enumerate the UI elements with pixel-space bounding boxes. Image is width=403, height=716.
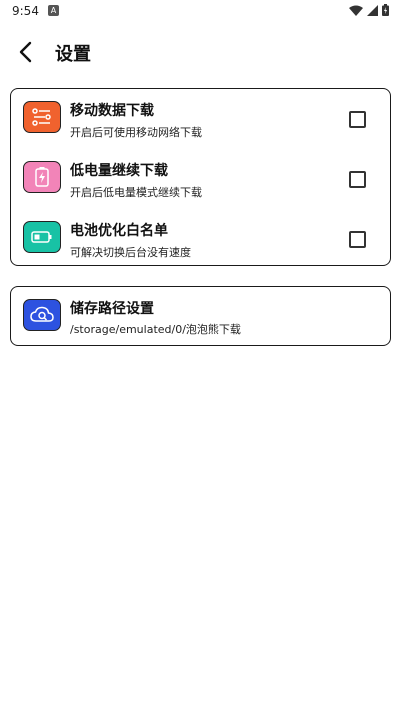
notification-icon: A (48, 5, 59, 16)
storage-path-card[interactable]: 储存路径设置 /storage/emulated/0/泡泡熊下载 (10, 286, 391, 346)
download-settings-card: 移动数据下载 开启后可使用移动网络下载 低电量继续下载 开启后低电量模式继续下载… (10, 88, 391, 266)
status-bar: 9:54 A (0, 0, 403, 24)
app-bar: 设置 (0, 30, 403, 74)
cloud-search-icon (23, 299, 61, 331)
low-battery-checkbox[interactable] (349, 171, 366, 188)
setting-subtitle: 开启后低电量模式继续下载 (70, 186, 202, 199)
wifi-icon (349, 5, 363, 16)
battery-charging-icon (23, 161, 61, 193)
mobile-data-checkbox[interactable] (349, 111, 366, 128)
battery-status-icon (382, 4, 389, 16)
status-time: 9:54 (12, 4, 39, 18)
battery-icon (23, 221, 61, 253)
setting-title: 电池优化白名单 (70, 223, 168, 239)
setting-title: 低电量继续下载 (70, 163, 168, 179)
storage-path: /storage/emulated/0/泡泡熊下载 (70, 323, 241, 336)
status-icons (349, 4, 389, 16)
setting-subtitle: 可解决切换后台没有速度 (70, 246, 191, 259)
back-arrow-icon[interactable] (14, 39, 40, 65)
setting-title: 移动数据下载 (70, 103, 154, 119)
page-title: 设置 (55, 44, 91, 65)
setting-row-low-battery[interactable]: 低电量继续下载 开启后低电量模式继续下载 (11, 157, 390, 201)
setting-row-storage-path[interactable]: 储存路径设置 /storage/emulated/0/泡泡熊下载 (11, 295, 390, 339)
setting-subtitle: 开启后可使用移动网络下载 (70, 126, 202, 139)
battery-whitelist-checkbox[interactable] (349, 231, 366, 248)
storage-title: 储存路径设置 (70, 301, 154, 317)
signal-icon (367, 4, 378, 16)
list-settings-icon (23, 101, 61, 133)
setting-row-mobile-data[interactable]: 移动数据下载 开启后可使用移动网络下载 (11, 97, 390, 141)
setting-row-battery-whitelist[interactable]: 电池优化白名单 可解决切换后台没有速度 (11, 217, 390, 261)
